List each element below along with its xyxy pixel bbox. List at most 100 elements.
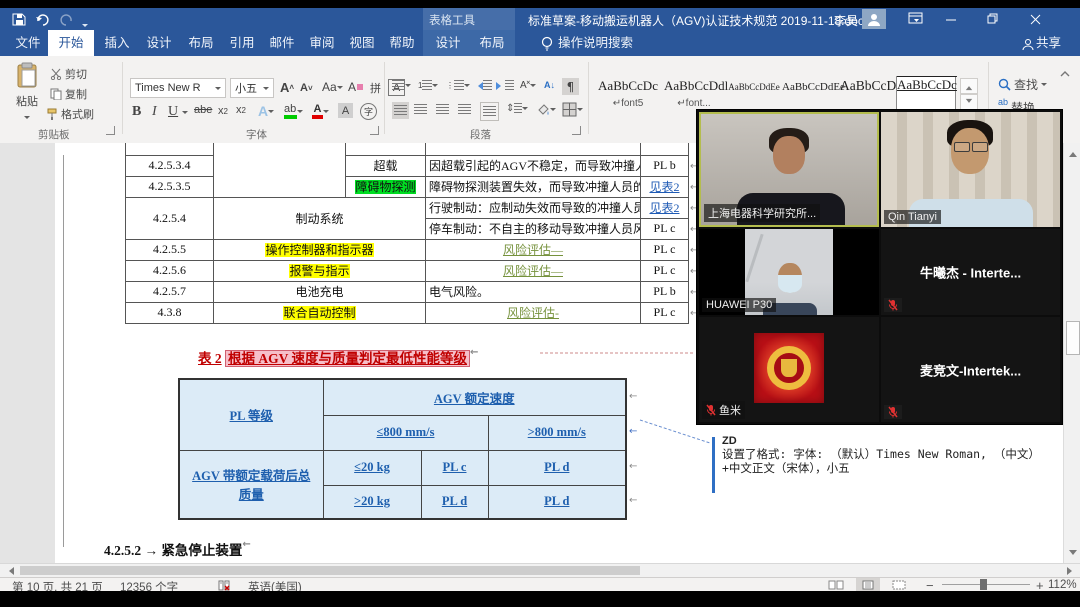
undo-button[interactable] — [35, 12, 51, 31]
tab-home[interactable]: 开始 — [48, 30, 94, 56]
table-cell[interactable] — [641, 143, 689, 155]
cut-button[interactable]: 剪切 — [50, 66, 87, 82]
style-chip-1[interactable]: AaBbCcDc ↵font5 — [596, 78, 660, 120]
vertical-scrollbar[interactable] — [1063, 143, 1080, 563]
table-cell[interactable]: 障碍物探测 — [346, 176, 426, 197]
table-cell[interactable] — [426, 143, 641, 155]
tab-layout[interactable]: 布局 — [180, 30, 222, 56]
asian-layout-button[interactable]: A˟ — [520, 80, 536, 91]
table2-caption[interactable]: 表 2 根据 AGV 速度与质量判定最低性能等级 ← — [198, 347, 470, 367]
save-icon[interactable] — [12, 12, 26, 31]
table-cell[interactable]: 4.2.5.6 — [126, 260, 214, 281]
text-effects-button[interactable]: A — [258, 103, 274, 119]
table-cell[interactable]: 风险评估— — [426, 260, 641, 281]
distribute-button[interactable] — [480, 102, 499, 121]
table-cell[interactable]: PL c — [641, 239, 689, 260]
styles-scroll-down[interactable] — [960, 94, 978, 110]
tab-review[interactable]: 审阅 — [302, 30, 342, 56]
scroll-up-arrow[interactable] — [1064, 145, 1080, 159]
table-cell[interactable]: 电气风险。 — [426, 281, 641, 302]
table-cell[interactable]: 报警与指示 — [214, 260, 426, 281]
table-cell[interactable]: 4.2.5.4 — [126, 197, 214, 239]
revision-comment[interactable]: ZD 设置了格式: 字体: （默认）Times New Roman, （中文） … — [722, 435, 1062, 476]
table-cell[interactable]: PL d — [421, 485, 488, 519]
risk-table[interactable]: 4.2.5.3.4 超载 因超载引起的AGV不稳定，而导致冲撞人员风险。 PL … — [125, 143, 689, 324]
font-size-select[interactable]: 小五 — [230, 78, 274, 98]
bullets-button[interactable] — [392, 80, 411, 91]
table-cell[interactable]: >20 kg — [323, 485, 421, 519]
tab-references[interactable]: 引用 — [222, 30, 262, 56]
table-cell[interactable]: PL d — [488, 450, 626, 485]
table-cell[interactable]: >800 mm/s — [488, 415, 626, 450]
minimize-button[interactable] — [935, 8, 967, 30]
increase-indent-button[interactable] — [496, 80, 514, 91]
table-row[interactable]: 4.2.5.7 电池充电 电气风险。 PL b — [126, 281, 689, 302]
find-button[interactable]: 查找 — [998, 76, 1047, 93]
multilevel-list-button[interactable]: ⋮ — [446, 80, 470, 91]
table-cell[interactable]: 4.2.5.3.5 — [126, 176, 214, 197]
shrink-font-button[interactable]: A˅ — [300, 82, 313, 94]
table-cell[interactable]: 行驶制动：应制动失效而导致的冲撞人员风险。 — [426, 197, 641, 218]
styles-scroll-up[interactable] — [960, 78, 978, 94]
phonetic-guide-button[interactable]: 拼 — [370, 80, 381, 96]
table-cell[interactable]: PL d — [488, 485, 626, 519]
paste-button[interactable]: 粘贴 — [10, 62, 44, 124]
horizontal-scroll-thumb[interactable] — [20, 566, 640, 575]
underline-caret[interactable] — [182, 108, 188, 117]
video-tile[interactable]: 麦竞文-Intertek... — [881, 317, 1060, 422]
collapse-ribbon-chevron[interactable] — [1060, 70, 1070, 78]
tab-file[interactable]: 文件 — [8, 30, 48, 56]
paragraph-dialog-launcher[interactable] — [572, 126, 581, 135]
table-cell[interactable]: PL c — [421, 450, 488, 485]
table-cell[interactable]: 障碍物探测装置失效，而导致冲撞人员的风险。量化 — [426, 176, 641, 197]
change-case-button[interactable]: Aa — [322, 80, 343, 94]
numbering-button[interactable]: 1 — [418, 80, 438, 91]
table-cell[interactable]: PL c — [641, 302, 689, 323]
line-spacing-button[interactable]: ⇕ — [506, 103, 528, 114]
scroll-left-arrow[interactable] — [2, 565, 16, 577]
table-row[interactable]: 4.3.8 联合自动控制 风险评估- PL c — [126, 302, 689, 323]
cross-reference-link[interactable]: 见表2 — [649, 201, 679, 215]
italic-button[interactable]: I — [152, 104, 157, 120]
font-color-button[interactable]: A — [312, 103, 329, 119]
borders-button[interactable] — [562, 102, 583, 117]
tab-view[interactable]: 视图 — [342, 30, 382, 56]
grow-font-button[interactable]: A˄ — [280, 80, 294, 95]
table-cell[interactable]: 因超载引起的AGV不稳定，而导致冲撞人员风险。 — [426, 155, 641, 176]
bold-button[interactable]: B — [132, 104, 141, 120]
format-painter-button[interactable]: 格式刷 — [46, 106, 94, 122]
tab-insert[interactable]: 插入 — [96, 30, 138, 56]
table-cell[interactable]: 停车制动：不自主的移动导致冲撞人员风险。 — [426, 218, 641, 239]
zoom-percentage[interactable]: 112% — [1048, 579, 1077, 591]
table-cell[interactable]: AGV 带额定载荷后总质量 — [179, 450, 323, 519]
table-cell[interactable]: 制动系统 — [214, 197, 426, 239]
shading-bucket-button[interactable] — [536, 103, 556, 116]
justify-button[interactable] — [458, 104, 471, 115]
restore-button[interactable] — [977, 8, 1009, 30]
subscript-button[interactable]: x2 — [218, 105, 228, 117]
table-cell[interactable]: AGV 额定速度 — [323, 379, 626, 415]
character-shading-button[interactable]: A — [338, 103, 353, 118]
table-cell[interactable]: PL c — [641, 260, 689, 281]
table-cell[interactable]: 4.2.5.7 — [126, 281, 214, 302]
enclose-characters-button[interactable]: 字 — [360, 103, 377, 120]
font-dialog-launcher[interactable] — [370, 126, 379, 135]
share-button[interactable]: 共享 — [1036, 30, 1070, 56]
underline-button[interactable]: U — [168, 104, 178, 120]
copy-button[interactable]: 复制 — [50, 86, 87, 102]
video-tile[interactable]: HUAWEI P30 — [699, 229, 879, 315]
clipboard-dialog-launcher[interactable] — [106, 126, 115, 135]
tab-table-layout[interactable]: 布局 — [471, 30, 513, 56]
avatar[interactable] — [862, 9, 886, 29]
align-right-button[interactable] — [436, 104, 449, 115]
table-row[interactable]: 4.2.5.3.5 障碍物探测 障碍物探测装置失效，而导致冲撞人员的风险。量化 … — [126, 176, 689, 197]
tab-table-design[interactable]: 设计 — [427, 30, 469, 56]
table-cell[interactable]: PL 等级 — [179, 379, 323, 450]
table-cell[interactable]: 4.2.5.5 — [126, 239, 214, 260]
vertical-scroll-thumb[interactable] — [1066, 321, 1080, 355]
cross-reference-link[interactable]: 见表2 — [649, 180, 679, 194]
tab-mailings[interactable]: 邮件 — [262, 30, 302, 56]
table-cell[interactable]: ≤800 mm/s — [323, 415, 488, 450]
table-cell[interactable]: 风险评估— — [426, 239, 641, 260]
scroll-down-arrow[interactable] — [1064, 547, 1080, 561]
